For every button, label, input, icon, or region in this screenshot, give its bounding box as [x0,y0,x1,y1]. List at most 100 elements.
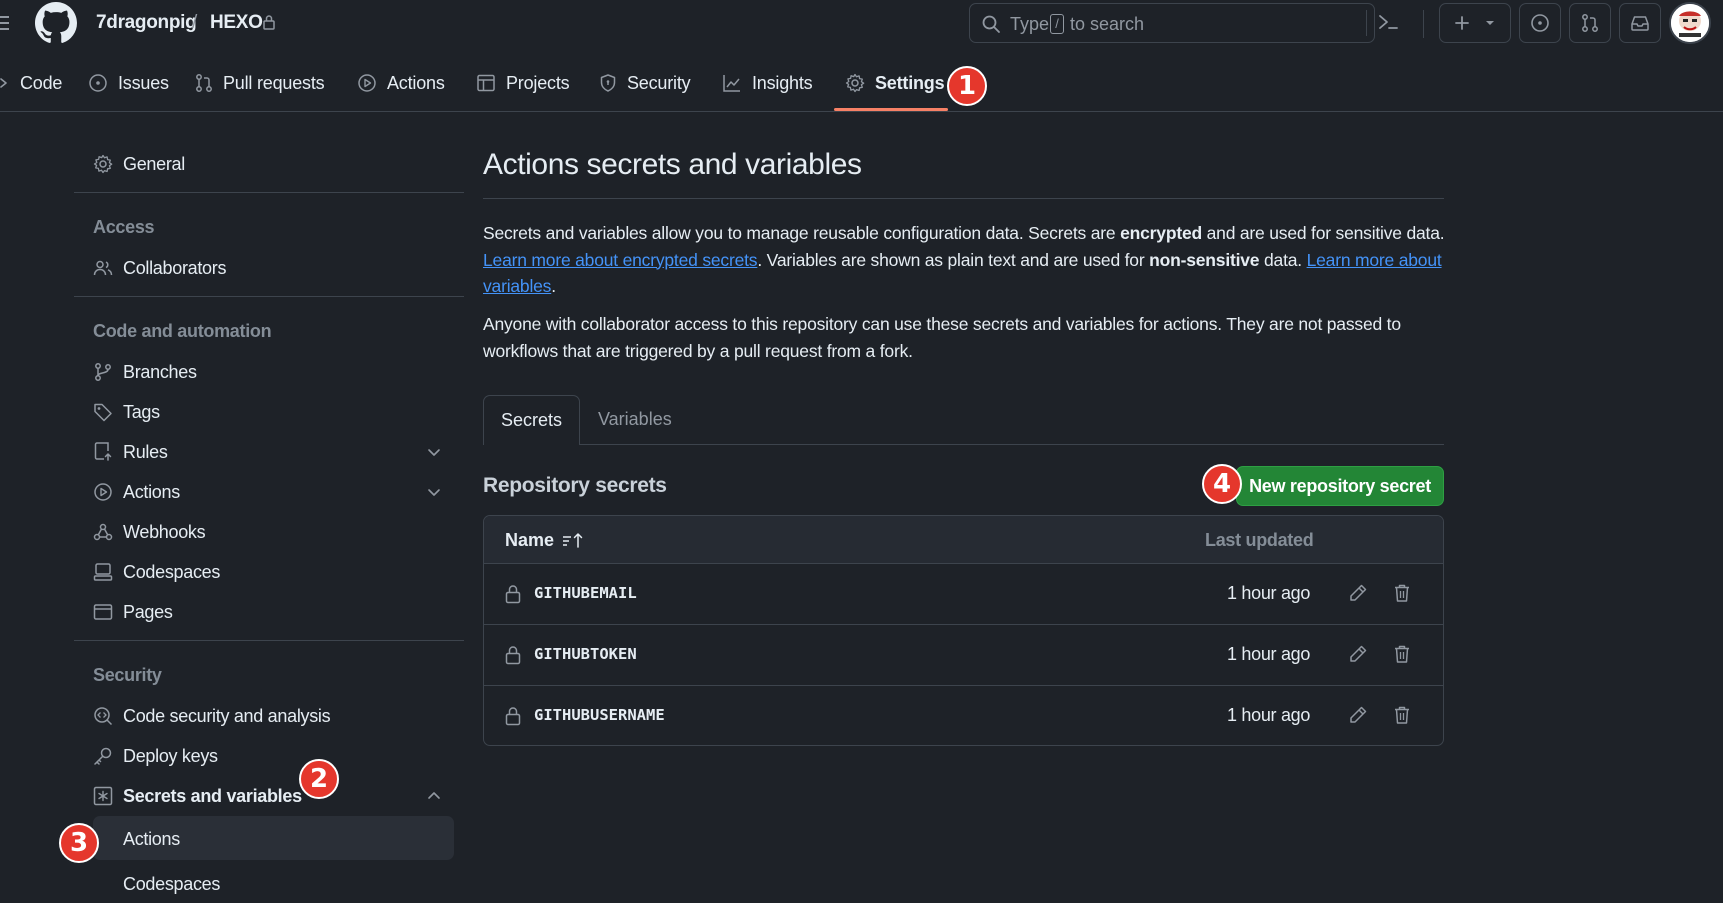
sidebar-item-pages-label: Pages [123,601,173,622]
sidebar-item-webhooks[interactable]: Webhooks [93,517,206,547]
column-header-name[interactable]: Name [505,530,554,551]
sidebar-item-secrets-variables[interactable]: Secrets and variables [93,781,302,811]
chevron-down-icon[interactable] [425,483,443,501]
header-divider [1423,10,1424,38]
secret-last-updated: 1 hour ago [1227,583,1311,603]
section-title: Repository secrets [483,474,667,497]
search-input[interactable]: Type / to search [969,3,1375,43]
people-icon [93,260,113,276]
inbox-button[interactable] [1619,3,1661,43]
tab-settings[interactable]: Settings [845,66,945,100]
repo-path-separator: / [192,12,198,33]
sidebar-item-collaborators-label: Collaborators [123,257,227,278]
tab-variables[interactable]: Variables [598,409,672,430]
sidebar-item-webhooks-label: Webhooks [123,521,206,542]
description-emphasis-non-sensitive: non-sensitive [1149,249,1260,270]
tab-security[interactable]: Security [599,66,691,100]
trash-icon[interactable] [1393,583,1411,603]
pencil-icon[interactable] [1348,644,1368,664]
trash-icon[interactable] [1393,644,1411,664]
sidebar-item-branches-label: Branches [123,361,197,382]
key-icon [94,747,112,765]
tab-issues[interactable]: Issues [88,66,169,100]
sidebar-item-tags[interactable]: Tags [93,397,160,427]
plus-icon [1455,16,1469,30]
codescan-icon [94,707,113,726]
table-icon [477,74,495,92]
create-new-button[interactable] [1439,3,1511,43]
tab-projects[interactable]: Projects [476,66,570,100]
hamburger-menu-icon[interactable] [0,10,12,36]
title-divider [483,198,1444,199]
sidebar-item-collaborators[interactable]: Collaborators [93,253,226,283]
table-row: GITHUBEMAIL 1 hour ago [484,564,1443,625]
active-tab-underline [834,108,948,111]
sidebar-heading-access: Access [93,217,155,237]
user-avatar[interactable] [1669,2,1711,44]
tab-pull-requests[interactable]: Pull requests [195,66,325,100]
chevron-down-icon[interactable] [425,443,443,461]
top-header: 7dragonpig / HEXO Type / to search [0,0,1723,48]
sidebar-item-tags-label: Tags [123,401,160,422]
trash-icon[interactable] [1393,705,1411,725]
issue-opened-icon [1531,14,1549,32]
pull-requests-button[interactable] [1569,3,1611,43]
access-note-paragraph: Anyone with collaborator access to this … [483,314,1401,361]
shield-icon [600,74,616,92]
sidebar-item-general-label: General [123,153,185,174]
sidebar-divider [74,296,464,297]
sidebar-item-code-security[interactable]: Code security and analysis [93,701,331,731]
code-icon [0,78,7,88]
annotation-marker-1: 1 [947,66,987,106]
tab-insights[interactable]: Insights [722,66,813,100]
sidebar-item-branches[interactable]: Branches [93,357,197,387]
sidebar-item-rules[interactable]: Rules [93,437,168,467]
key-asterisk-icon [93,786,113,806]
repo-owner-link[interactable]: 7dragonpig [96,12,197,34]
tab-security-label: Security [627,72,691,93]
secrets-table: Name Last updated GITHUBEMAIL 1 hour ago [483,515,1444,746]
secret-last-updated: 1 hour ago [1227,705,1311,725]
annotation-marker-4: 4 [1202,464,1242,504]
issues-button[interactable] [1519,3,1561,43]
sidebar-divider [74,640,464,641]
sidebar-item-rules-label: Rules [123,441,168,462]
inbox-icon [1631,16,1649,31]
tab-secrets[interactable]: Secrets [483,395,580,445]
chevron-up-icon[interactable] [425,787,443,805]
tab-code[interactable]: Code [0,66,62,100]
repo-name-link[interactable]: HEXO [210,12,263,34]
sidebar-heading-code-automation: Code and automation [93,321,272,341]
lock-icon [505,707,521,726]
search-divider [1366,10,1367,36]
sidebar-subitem-codespaces[interactable]: Codespaces [123,874,220,895]
play-icon [358,74,376,92]
private-lock-icon [263,15,275,30]
sidebar-item-deploy-keys[interactable]: Deploy keys [93,741,218,771]
gear-icon [93,154,113,174]
sidebar-item-code-security-label: Code security and analysis [123,705,331,726]
pencil-icon[interactable] [1348,583,1368,603]
sidebar-item-actions[interactable]: Actions [93,477,180,507]
description-text: and are used for sensitive data. [1201,223,1445,243]
tab-insights-label: Insights [752,72,813,93]
sort-icon[interactable] [562,531,584,549]
tab-actions[interactable]: Actions [357,66,445,100]
sidebar-item-codespaces[interactable]: Codespaces [93,557,220,587]
tab-projects-label: Projects [506,72,570,93]
sidebar-item-general[interactable]: General [93,149,185,179]
command-palette-icon[interactable] [1377,12,1399,32]
sidebar-item-pages[interactable]: Pages [93,597,173,627]
github-logo-icon[interactable] [35,2,77,44]
repo-navigation: Code Issues Pull requests Actions Projec… [0,56,1723,112]
new-repository-secret-button[interactable]: New repository secret [1236,466,1444,506]
pull-request-icon [1582,14,1598,32]
sidebar-item-codespaces-label: Codespaces [123,561,221,582]
learn-more-secrets-link[interactable]: Learn more about encrypted secrets [483,250,758,270]
triangle-down-icon [1486,21,1494,25]
issue-icon [89,74,107,92]
play-icon [94,483,112,501]
pencil-icon[interactable] [1348,705,1368,725]
search-placeholder-prefix: Type [1010,14,1050,34]
lock-icon [505,585,521,604]
